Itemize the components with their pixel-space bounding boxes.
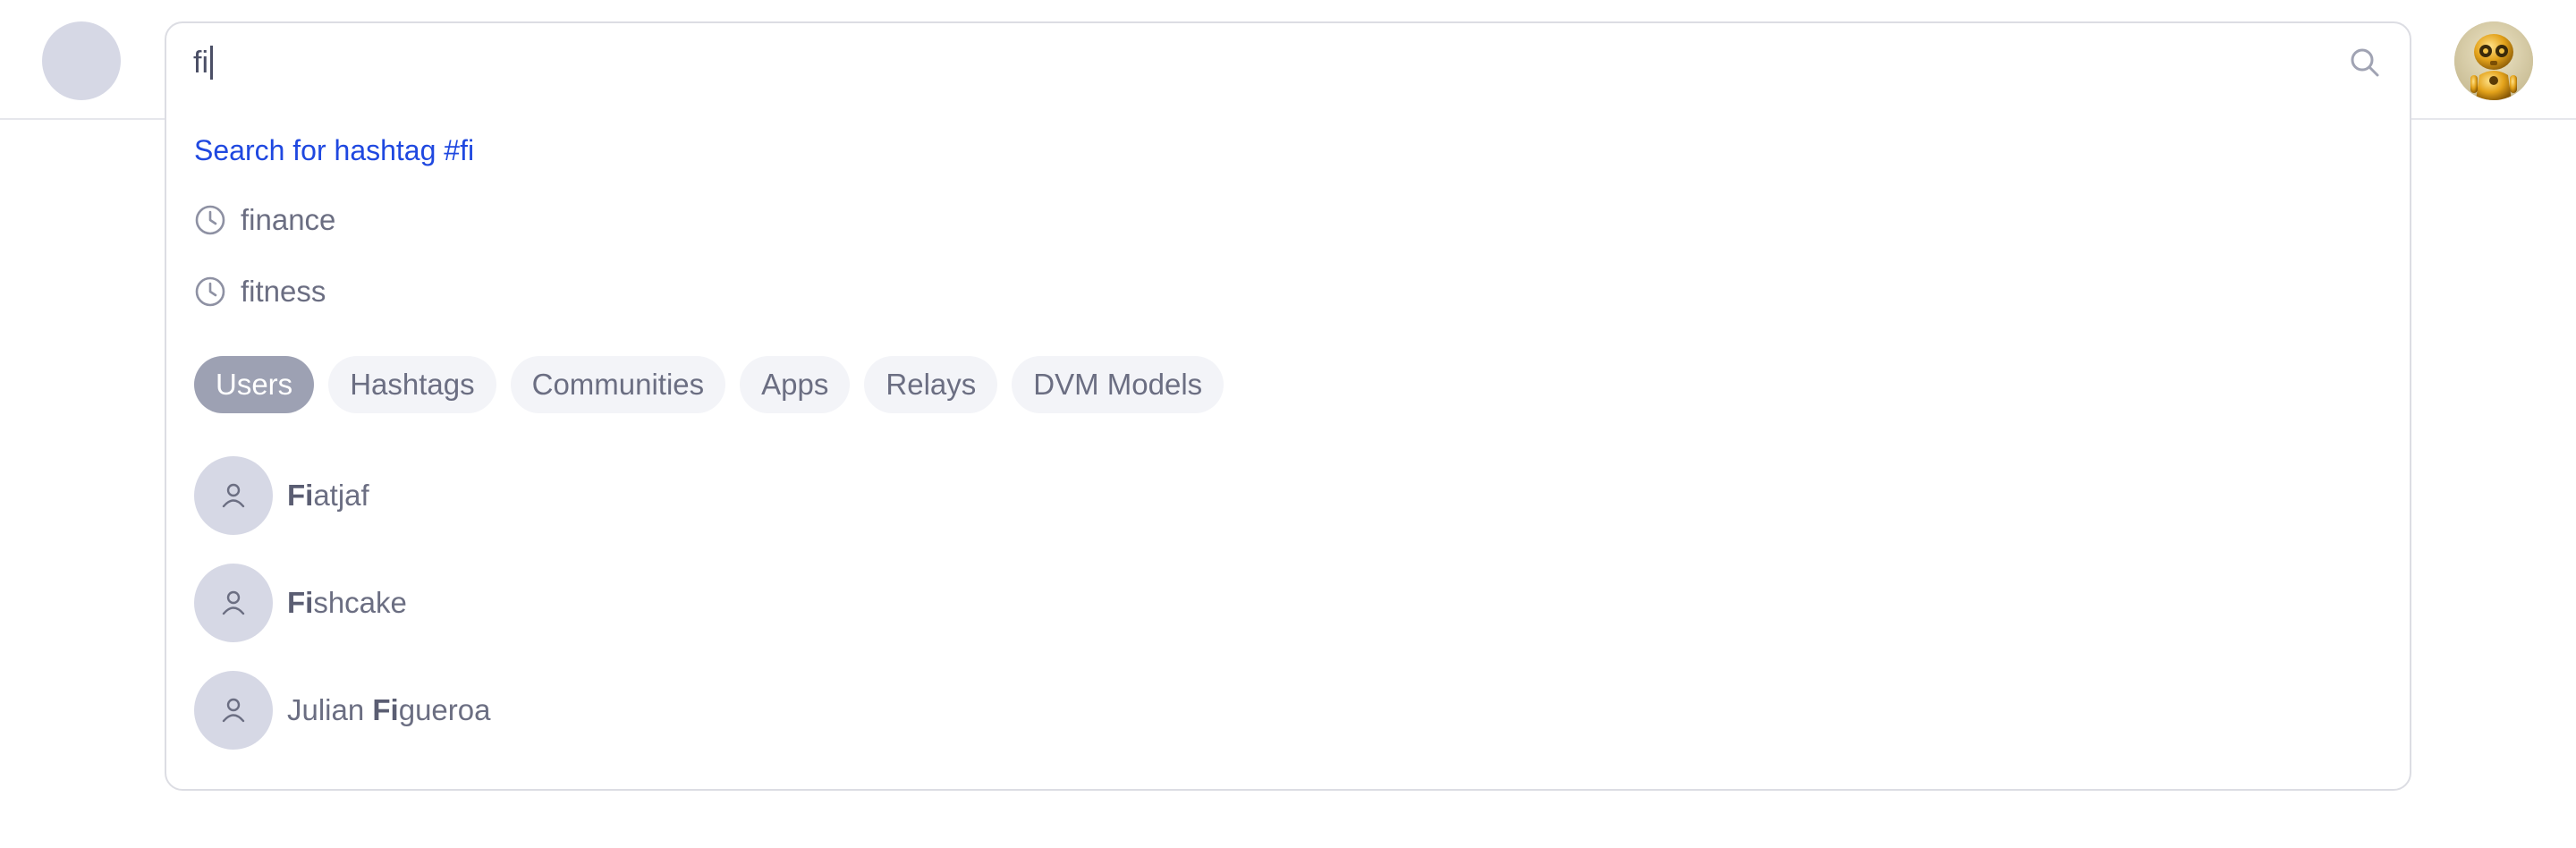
match-highlight: Fi (287, 586, 314, 619)
recent-search-label: fitness (241, 275, 326, 308)
user-result-name: Fiatjaf (287, 479, 369, 512)
filter-tab-apps[interactable]: Apps (740, 356, 851, 413)
filter-tab-relays[interactable]: Relays (864, 356, 998, 413)
filter-tab-dvm-models[interactable]: DVM Models (1012, 356, 1224, 413)
search-hashtag-link[interactable]: Search for hashtag #fi (194, 132, 474, 168)
user-icon (222, 698, 245, 723)
user-icon (222, 483, 245, 508)
search-input[interactable]: fi (193, 41, 2286, 84)
clock-icon (195, 205, 225, 235)
filter-tab-hashtags[interactable]: Hashtags (328, 356, 496, 413)
recent-search-label: finance (241, 203, 336, 236)
search-icon[interactable] (2347, 45, 2383, 81)
user-result-item[interactable]: Fishcake (194, 563, 407, 643)
match-highlight: Fi (372, 693, 399, 726)
user-result-item[interactable]: Julian Figueroa (194, 670, 490, 750)
recent-search-item[interactable]: finance (194, 200, 335, 240)
robot-avatar-icon (2454, 21, 2533, 100)
user-avatar-placeholder (194, 456, 273, 535)
search-filter-tabs: Users Hashtags Communities Apps Relays D… (194, 356, 1238, 413)
profile-avatar[interactable] (2454, 21, 2533, 100)
search-bar: fi (166, 23, 2410, 102)
user-result-item[interactable]: Fiatjaf (194, 455, 369, 536)
user-result-name: Julian Figueroa (287, 693, 491, 726)
recent-search-item[interactable]: fitness (194, 272, 326, 311)
text-caret (210, 46, 213, 81)
user-result-name: Fishcake (287, 586, 407, 619)
match-highlight: Fi (287, 479, 314, 512)
filter-tab-communities[interactable]: Communities (510, 356, 726, 413)
user-avatar-placeholder (194, 671, 273, 750)
user-icon (222, 590, 245, 615)
search-input-value: fi (193, 46, 208, 80)
search-dropdown-panel: fi Search for hashtag #fi finance fitnes… (165, 21, 2411, 791)
left-avatar-placeholder[interactable] (42, 21, 121, 100)
user-avatar-placeholder (194, 564, 273, 642)
clock-icon (195, 276, 225, 307)
filter-tab-users[interactable]: Users (194, 356, 315, 413)
